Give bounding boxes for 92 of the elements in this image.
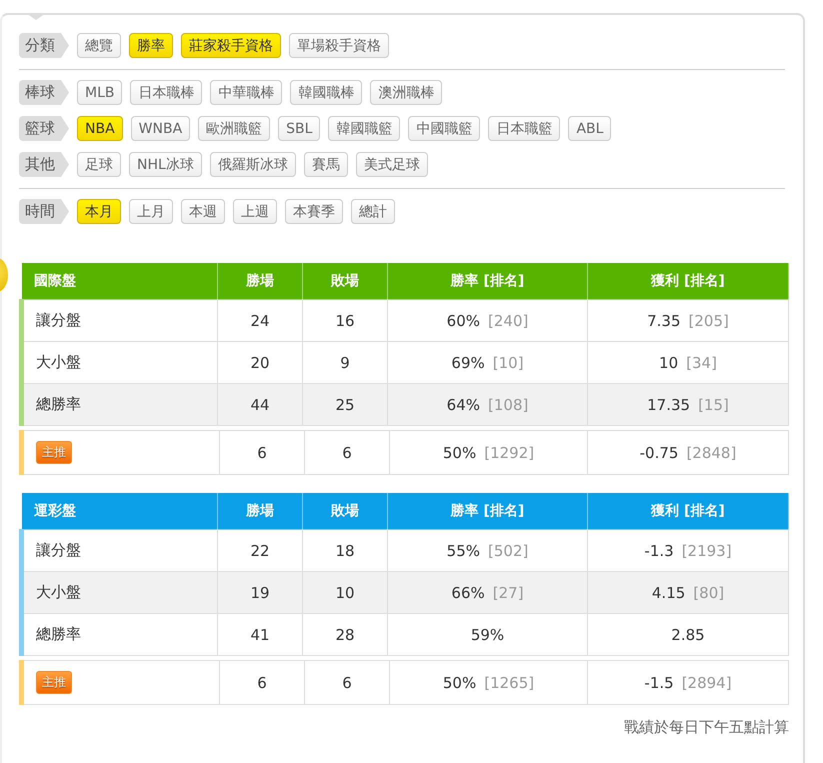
column-header: 獲利 [排名] [588,492,788,530]
rank-text: [2193] [682,542,732,560]
table-cell: 2.85 [671,626,705,644]
column-header: 勝場 [218,492,302,530]
table-cell: 6 [220,430,304,474]
table-cell: 總勝率 [22,614,218,656]
rank-text: [240] [488,312,528,330]
table-cell: 41 [218,614,302,656]
filter-option[interactable]: 本月 [77,199,121,224]
table-cell: 69% [451,354,485,372]
filter-option[interactable]: 單場殺手資格 [289,33,389,58]
table-cell: 6 [304,660,390,704]
table-cell: 讓分盤 [22,300,218,342]
table-cell: 28 [302,614,388,656]
table-cell: 4.15 [652,584,686,602]
table-cell: 7.35 [647,312,681,330]
rank-text: [27] [492,584,524,602]
table-cell: 6 [304,430,390,474]
table-cell: 17.35 [647,396,690,414]
filter-option[interactable]: 韓國職籃 [328,116,400,141]
table-cell: 55% [446,542,480,560]
column-header: 運彩盤 [22,492,218,530]
table-cell: -1.5 [644,674,674,692]
filter-option[interactable]: 上週 [233,199,277,224]
filter-option[interactable]: 中華職棒 [210,80,282,105]
rank-text: [502] [488,542,528,560]
filter-option[interactable]: WNBA [130,116,190,141]
filter-label: 其他 [19,152,69,177]
rank-text: [1292] [484,444,534,462]
rank-text: [205] [688,312,729,330]
filter-option[interactable]: MLB [77,80,122,105]
rank-text: [80] [693,584,724,602]
table-cell: 16 [302,300,388,342]
footnote: 戰績於每日下午五點計算 [624,718,789,736]
filter-option[interactable]: 勝率 [129,33,173,58]
filter-option[interactable]: 歐洲職籃 [198,116,270,141]
rank-text: [2848] [686,444,736,462]
table-cell: 59% [470,626,504,644]
table-cell: 60% [446,312,480,330]
filter-option[interactable]: 日本職籃 [488,116,560,141]
table-cell: 44 [218,384,302,426]
filter-option[interactable]: ABL [568,116,612,141]
rank-text: [10] [492,354,524,372]
filter-option[interactable]: 賽馬 [304,152,348,177]
filter-option[interactable]: 本週 [181,199,225,224]
column-header: 獲利 [排名] [588,262,788,300]
rank-text: [15] [698,396,729,414]
table-cell: 總勝率 [22,384,218,426]
filter-option[interactable]: NBA [77,116,123,141]
featured-badge: 主推 [36,671,72,694]
rank-text: [1265] [484,674,534,692]
table-cell: 大小盤 [22,572,218,614]
filter-option[interactable]: 總覽 [77,33,121,58]
column-header: 勝率 [排名] [388,262,588,300]
table-cell: 66% [451,584,485,602]
table-cell: 50% [442,444,476,462]
filter-label: 分類 [19,33,69,58]
filter-label: 籃球 [19,116,69,141]
table-cell: 50% [442,674,476,692]
filter-option[interactable]: 中國職籃 [408,116,480,141]
table-cell: 10 [302,572,388,614]
column-header: 敗場 [302,492,388,530]
table-cell: -1.3 [644,542,674,560]
column-header: 勝率 [排名] [388,492,588,530]
filter-option[interactable]: 足球 [77,152,121,177]
rank-text: [2894] [682,674,732,692]
filter-option[interactable]: 韓國職棒 [290,80,362,105]
featured-badge: 主推 [36,441,72,464]
rank-text: [108] [488,396,528,414]
table-cell: 19 [218,572,302,614]
filter-option[interactable]: 日本職棒 [130,80,202,105]
table-cell: 24 [218,300,302,342]
column-header: 敗場 [302,262,388,300]
rank-text: [34] [686,354,717,372]
column-header: 勝場 [218,262,302,300]
filter-option[interactable]: 本賽季 [285,199,343,224]
column-header: 國際盤 [22,262,218,300]
table-cell: 6 [220,660,304,704]
table-cell: 64% [446,396,480,414]
filter-option[interactable]: NHL冰球 [129,152,202,177]
filter-option[interactable]: 美式足球 [356,152,428,177]
filter-option[interactable]: 俄羅斯冰球 [210,152,296,177]
filter-option[interactable]: 總計 [351,199,395,224]
table-cell: 25 [302,384,388,426]
filter-option[interactable]: 莊家殺手資格 [181,33,281,58]
table-cell: -0.75 [640,444,678,462]
filter-label: 棒球 [19,80,69,105]
filter-label: 時間 [19,199,69,224]
filter-option[interactable]: SBL [278,116,320,141]
table-cell: 10 [659,354,678,372]
filter-option[interactable]: 上月 [129,199,173,224]
filter-option[interactable]: 澳洲職棒 [370,80,442,105]
